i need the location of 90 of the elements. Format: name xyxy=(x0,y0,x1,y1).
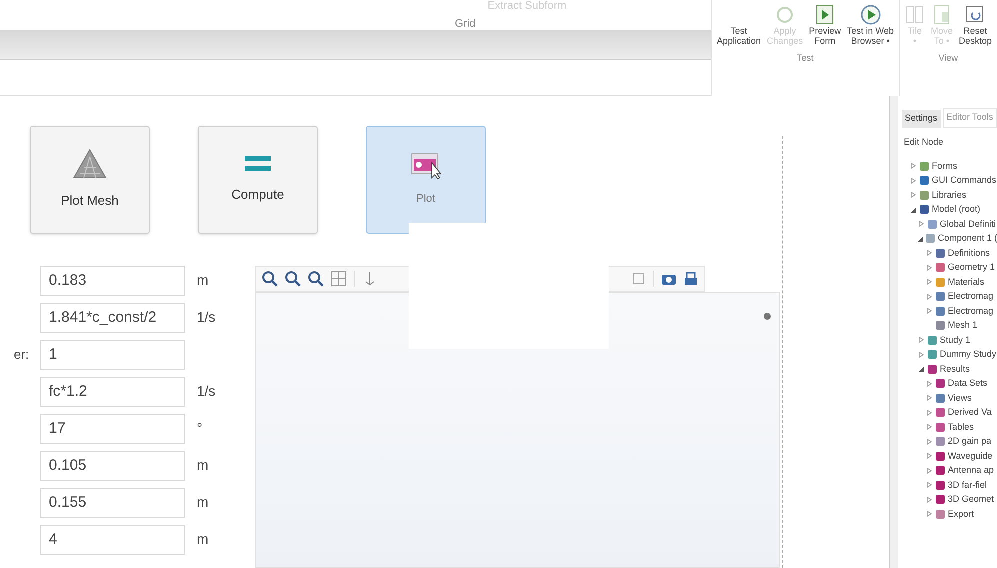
expand-arrow-icon[interactable] xyxy=(927,424,932,430)
play-icon xyxy=(815,4,836,26)
expand-arrow-icon[interactable] xyxy=(911,178,916,184)
tree-item[interactable]: Dummy Study xyxy=(940,348,997,362)
tree-item[interactable]: 3D Geomet xyxy=(948,493,994,506)
unit-label: ° xyxy=(197,420,203,436)
ribbon-button[interactable]: Preview Form xyxy=(808,4,842,46)
ribbon-button[interactable]: Test Application xyxy=(716,4,762,46)
input-field[interactable]: 1 xyxy=(40,340,185,370)
expand-arrow-icon[interactable] xyxy=(927,395,932,402)
unit-label: m xyxy=(197,494,209,510)
triangle-mesh-icon xyxy=(73,149,107,180)
tree-item[interactable]: Materials xyxy=(948,276,985,289)
expand-arrow-icon[interactable] xyxy=(927,279,932,286)
expand-arrow-icon[interactable] xyxy=(927,453,932,460)
copy-icon[interactable] xyxy=(632,272,646,286)
expand-arrow-icon[interactable] xyxy=(911,163,916,170)
tile-icon xyxy=(904,4,925,26)
zoom-extents-icon[interactable] xyxy=(331,271,347,287)
tree-item[interactable]: Tables xyxy=(948,420,974,434)
tree-item[interactable]: Definitions xyxy=(948,246,990,260)
form-button[interactable]: Plot xyxy=(366,126,486,234)
group-label: Test xyxy=(797,52,814,65)
expand-arrow-icon[interactable] xyxy=(927,496,932,503)
form-button[interactable]: Plot Mesh xyxy=(30,126,150,234)
expand-arrow-icon[interactable] xyxy=(927,438,932,445)
tree-item[interactable]: Libraries xyxy=(932,188,967,202)
camera-icon[interactable] xyxy=(661,272,677,286)
expand-arrow-icon[interactable] xyxy=(919,337,924,344)
tree-item[interactable]: Export xyxy=(948,508,974,521)
field-label: er: xyxy=(14,347,30,362)
tree-item[interactable]: Views xyxy=(948,392,972,405)
zoom-in-icon[interactable] xyxy=(262,271,278,287)
expand-arrow-icon[interactable] xyxy=(911,192,916,198)
tree-item[interactable]: 3D far-fiel xyxy=(948,478,988,492)
input-field[interactable]: 0.105 xyxy=(40,451,185,481)
unit-label: m xyxy=(197,457,209,473)
collapse-arrow-icon[interactable] xyxy=(911,206,916,213)
expand-arrow-icon[interactable] xyxy=(919,221,924,228)
tree-item[interactable]: Geometry 1 xyxy=(948,261,996,274)
input-field[interactable]: 1.841*c_const/2 xyxy=(40,303,185,333)
input-field[interactable]: fc*1.2 xyxy=(40,377,185,407)
expand-arrow-icon[interactable] xyxy=(919,352,924,358)
tree-item[interactable]: Derived Va xyxy=(948,406,992,420)
expand-arrow-icon[interactable] xyxy=(927,468,932,474)
tree-item[interactable]: Mesh 1 xyxy=(948,319,978,332)
expand-arrow-icon[interactable] xyxy=(927,482,932,488)
input-field[interactable]: 17 xyxy=(40,414,185,444)
panel-tab[interactable]: Settings xyxy=(902,110,941,128)
collapse-arrow-icon[interactable] xyxy=(919,366,924,372)
expand-arrow-icon[interactable] xyxy=(927,264,932,271)
plot-icon xyxy=(410,152,442,179)
input-field[interactable]: 0.183 xyxy=(40,266,185,296)
group-label: View xyxy=(938,52,958,65)
unit-label: m xyxy=(197,531,209,547)
grid-label: Grid xyxy=(455,17,476,32)
tree-item[interactable]: Results xyxy=(940,362,970,376)
equals-icon xyxy=(245,155,271,174)
expand-arrow-icon[interactable] xyxy=(927,380,932,387)
expand-arrow-icon[interactable] xyxy=(927,511,932,518)
zoom-out-icon[interactable] xyxy=(285,271,301,287)
ribbon-button[interactable]: Test in Web Browser • xyxy=(846,4,895,46)
tree-item[interactable]: Forms xyxy=(932,160,958,173)
tree-item[interactable]: Global Definiti xyxy=(940,218,996,231)
input-field[interactable]: 4 xyxy=(40,525,185,555)
tree-item[interactable]: Electromag xyxy=(948,304,994,318)
form-button[interactable]: Compute xyxy=(198,126,318,234)
collapse-arrow-icon[interactable] xyxy=(918,236,923,242)
tree-item[interactable]: Electromag xyxy=(948,290,994,304)
expand-arrow-icon[interactable] xyxy=(927,308,932,314)
tree-item[interactable]: 2D gain pa xyxy=(948,435,992,448)
tree-item[interactable]: Model (root) xyxy=(932,203,981,216)
ribbon-button[interactable]: Reset Desktop xyxy=(958,4,993,46)
edit-node-link[interactable]: Edit Node xyxy=(898,128,997,159)
tree-item[interactable]: Study 1 xyxy=(940,334,971,347)
expand-arrow-icon[interactable] xyxy=(927,250,932,256)
tree-item[interactable]: GUI Commands xyxy=(932,174,997,188)
play-icon xyxy=(860,4,882,26)
unit-label: m xyxy=(197,272,209,288)
tree-item[interactable]: Data Sets xyxy=(948,377,988,390)
printer-icon[interactable] xyxy=(684,272,698,286)
unit-label: 1/s xyxy=(197,309,216,325)
window-icon xyxy=(932,4,952,26)
tree-item[interactable]: Antenna ap xyxy=(948,464,994,478)
expand-arrow-icon[interactable] xyxy=(927,294,932,300)
input-field[interactable]: 0.155 xyxy=(40,488,185,518)
unit-label: 1/s xyxy=(197,383,216,399)
tree-item[interactable]: Waveguide xyxy=(948,450,993,463)
expand-arrow-icon[interactable] xyxy=(927,410,932,416)
zoom-box-icon[interactable] xyxy=(308,271,324,287)
